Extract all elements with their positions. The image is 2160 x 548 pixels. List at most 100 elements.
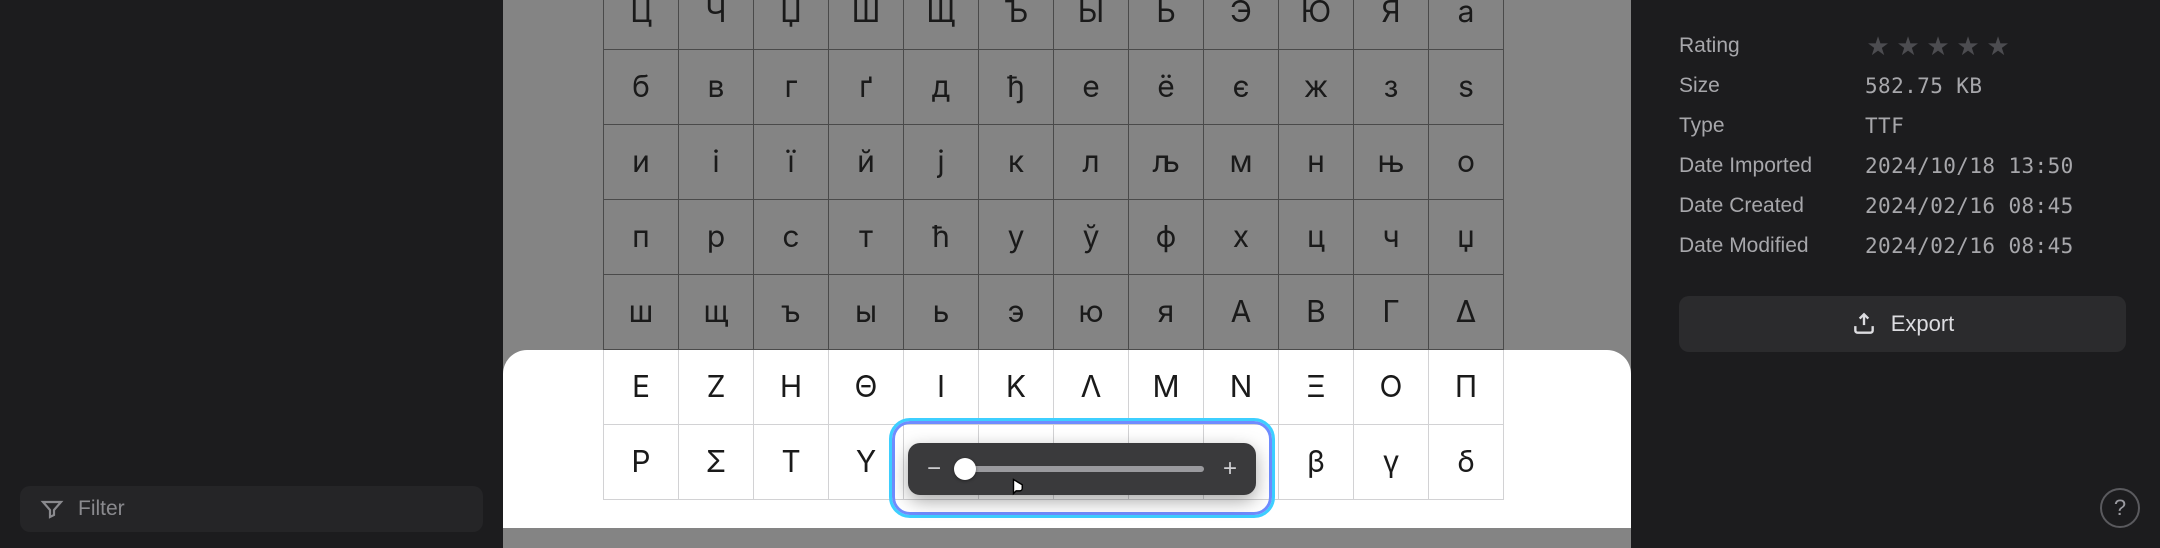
glyph-cell[interactable]: Ι <box>904 350 979 425</box>
glyph-cell[interactable]: ъ <box>754 275 829 350</box>
glyph-cell[interactable]: ы <box>829 275 904 350</box>
glyph-cell[interactable]: Ь <box>1129 0 1204 50</box>
glyph-cell[interactable]: љ <box>1129 125 1204 200</box>
glyph-cell[interactable]: Ы <box>1054 0 1129 50</box>
glyph-cell[interactable]: Ν <box>1204 350 1279 425</box>
glyph-cell[interactable]: п <box>604 200 679 275</box>
glyph-cell[interactable]: γ <box>1354 425 1429 500</box>
glyph-cell[interactable]: Ε <box>604 350 679 425</box>
glyph-cell[interactable]: Ξ <box>1279 350 1354 425</box>
glyph-cell[interactable]: Η <box>754 350 829 425</box>
glyph-cell[interactable]: Ю <box>1279 0 1354 50</box>
glyph-cell[interactable]: Π <box>1429 350 1504 425</box>
glyph-panel: ЦЧЏШЩЪЫЬЭЮЯa бвгґдђеёєжзѕ иіїйјклљмнњо прст… <box>503 0 1631 548</box>
glyph-cell[interactable]: ю <box>1054 275 1129 350</box>
star-icon[interactable]: ★ <box>1955 33 1981 59</box>
glyph-cell[interactable]: ў <box>1054 200 1129 275</box>
glyph-cell[interactable]: з <box>1354 50 1429 125</box>
glyph-cell[interactable]: щ <box>679 275 754 350</box>
glyph-cell[interactable]: Υ <box>829 425 904 500</box>
star-icon[interactable]: ★ <box>1985 33 2011 59</box>
rating-stars[interactable]: ★ ★ ★ ★ ★ <box>1865 33 2011 59</box>
glyph-cell[interactable]: й <box>829 125 904 200</box>
left-sidebar <box>0 0 503 548</box>
slider-plus-button[interactable]: + <box>1218 455 1242 483</box>
glyph-cell[interactable]: ч <box>1354 200 1429 275</box>
glyph-cell[interactable]: ї <box>754 125 829 200</box>
glyph-cell[interactable]: џ <box>1429 200 1504 275</box>
glyph-cell[interactable]: о <box>1429 125 1504 200</box>
glyph-cell[interactable]: њ <box>1354 125 1429 200</box>
help-button[interactable]: ? <box>2100 488 2140 528</box>
filter-bar[interactable] <box>20 486 483 532</box>
glyph-cell[interactable]: р <box>679 200 754 275</box>
info-row-rating: Rating ★ ★ ★ ★ ★ <box>1679 26 2126 66</box>
glyph-cell[interactable]: ф <box>1129 200 1204 275</box>
glyph-cell[interactable]: Ъ <box>979 0 1054 50</box>
glyph-cell[interactable]: к <box>979 125 1054 200</box>
glyph-cell[interactable]: я <box>1129 275 1204 350</box>
glyph-cell[interactable]: л <box>1054 125 1129 200</box>
glyph-cell[interactable]: Щ <box>904 0 979 50</box>
glyph-cell[interactable]: е <box>1054 50 1129 125</box>
glyph-cell[interactable]: б <box>604 50 679 125</box>
glyph-cell[interactable]: ј <box>904 125 979 200</box>
glyph-cell[interactable]: β <box>1279 425 1354 500</box>
glyph-cell[interactable]: ћ <box>904 200 979 275</box>
glyph-cell[interactable]: ѕ <box>1429 50 1504 125</box>
glyph-cell[interactable]: Џ <box>754 0 829 50</box>
glyph-cell[interactable]: є <box>1204 50 1279 125</box>
glyph-row: шщъыьэюяΑΒΓΔ <box>604 275 1504 350</box>
star-icon[interactable]: ★ <box>1925 33 1951 59</box>
glyph-cell[interactable]: ж <box>1279 50 1354 125</box>
glyph-cell[interactable]: с <box>754 200 829 275</box>
glyph-cell[interactable]: Σ <box>679 425 754 500</box>
glyph-cell[interactable]: Δ <box>1429 275 1504 350</box>
glyph-cell[interactable]: Я <box>1354 0 1429 50</box>
glyph-cell[interactable]: Ζ <box>679 350 754 425</box>
glyph-cell[interactable]: в <box>679 50 754 125</box>
glyph-cell[interactable]: Ш <box>829 0 904 50</box>
glyph-cell[interactable]: ш <box>604 275 679 350</box>
glyph-cell[interactable]: Ρ <box>604 425 679 500</box>
glyph-cell[interactable]: м <box>1204 125 1279 200</box>
glyph-cell[interactable]: т <box>829 200 904 275</box>
size-slider-panel[interactable]: − + <box>908 443 1256 495</box>
glyph-cell[interactable]: Ц <box>604 0 679 50</box>
filter-input[interactable] <box>78 497 438 521</box>
glyph-cell[interactable]: г <box>754 50 829 125</box>
glyph-cell[interactable]: Λ <box>1054 350 1129 425</box>
glyph-cell[interactable]: и <box>604 125 679 200</box>
glyph-cell[interactable]: Β <box>1279 275 1354 350</box>
glyph-cell[interactable]: ґ <box>829 50 904 125</box>
glyph-cell[interactable]: у <box>979 200 1054 275</box>
star-icon[interactable]: ★ <box>1895 33 1921 59</box>
glyph-cell[interactable]: Τ <box>754 425 829 500</box>
glyph-cell[interactable]: δ <box>1429 425 1504 500</box>
glyph-cell[interactable]: Э <box>1204 0 1279 50</box>
glyph-cell[interactable]: Θ <box>829 350 904 425</box>
glyph-cell[interactable]: Α <box>1204 275 1279 350</box>
glyph-cell[interactable]: э <box>979 275 1054 350</box>
glyph-cell[interactable]: Μ <box>1129 350 1204 425</box>
slider-thumb[interactable] <box>954 458 976 480</box>
glyph-cell[interactable]: ё <box>1129 50 1204 125</box>
glyph-cell[interactable]: Κ <box>979 350 1054 425</box>
glyph-cell[interactable]: ь <box>904 275 979 350</box>
glyph-cell[interactable]: д <box>904 50 979 125</box>
glyph-row: ΕΖΗΘΙΚΛΜΝΞΟΠ <box>604 350 1504 425</box>
glyph-cell[interactable]: ђ <box>979 50 1054 125</box>
star-icon[interactable]: ★ <box>1865 33 1891 59</box>
glyph-cell[interactable]: х <box>1204 200 1279 275</box>
export-button[interactable]: Export <box>1679 296 2126 352</box>
glyph-cell[interactable]: ц <box>1279 200 1354 275</box>
glyph-cell[interactable]: н <box>1279 125 1354 200</box>
slider-minus-button[interactable]: − <box>922 455 946 483</box>
slider-track[interactable] <box>960 466 1204 472</box>
glyph-cell[interactable]: Γ <box>1354 275 1429 350</box>
glyph-cell[interactable]: Ο <box>1354 350 1429 425</box>
glyph-cell[interactable]: і <box>679 125 754 200</box>
info-row-date-imported: Date Imported 2024/10/18 13:50 <box>1679 146 2126 186</box>
glyph-cell[interactable]: a <box>1429 0 1504 50</box>
glyph-cell[interactable]: Ч <box>679 0 754 50</box>
